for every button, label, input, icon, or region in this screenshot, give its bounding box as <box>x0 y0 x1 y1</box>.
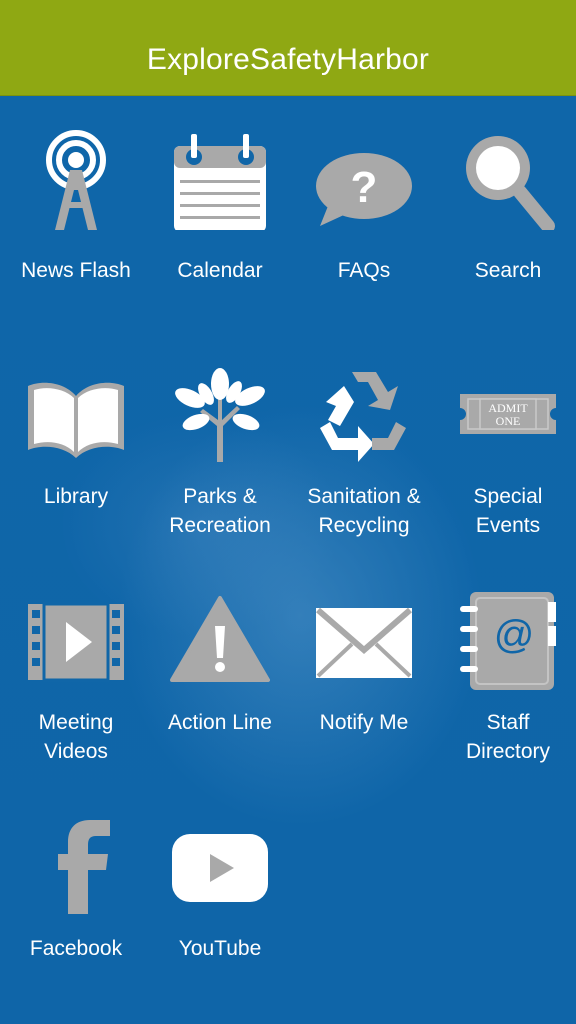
tile-label: Facebook <box>29 937 123 960</box>
svg-text:?: ? <box>351 163 378 212</box>
page-title: ExploreSafetyHarbor <box>146 42 430 76</box>
ticket-icon: ADMIT ONE <box>458 366 558 466</box>
svg-text:@: @ <box>494 613 535 657</box>
open-book-icon <box>26 366 126 466</box>
film-play-icon <box>26 592 126 692</box>
tile-label: Library <box>43 485 109 508</box>
address-book-icon: @ <box>458 592 558 692</box>
tile-label: YouTube <box>178 937 262 960</box>
tile-label: Search <box>474 259 542 282</box>
recycle-icon <box>314 366 414 466</box>
tile-label: Parks & Recreation <box>169 485 271 537</box>
calendar-icon <box>170 130 270 230</box>
tile-label: Sanitation & Recycling <box>307 485 421 537</box>
envelope-icon <box>314 592 414 692</box>
tile-label: Notify Me <box>319 711 409 734</box>
ticket-one-text: ONE <box>496 414 521 428</box>
radio-tower-icon <box>26 130 126 230</box>
tile-label: Meeting Videos <box>38 711 114 763</box>
tile-label: FAQs <box>337 259 391 282</box>
tree-icon <box>170 366 270 466</box>
tile-label: Action Line <box>168 711 272 734</box>
question-bubble-icon: ? <box>314 130 414 230</box>
tile-label: Calendar <box>177 259 263 282</box>
app-header: ExploreSafetyHarbor <box>0 0 576 96</box>
tile-label: Staff Directory <box>465 711 550 763</box>
tile-label: News Flash <box>21 259 131 282</box>
tile-label: Special Events <box>473 485 543 537</box>
ticket-admit-text: ADMIT <box>488 401 528 415</box>
youtube-icon <box>170 818 270 918</box>
warning-icon <box>170 592 270 692</box>
facebook-icon <box>26 818 126 918</box>
magnifier-icon <box>458 130 558 230</box>
